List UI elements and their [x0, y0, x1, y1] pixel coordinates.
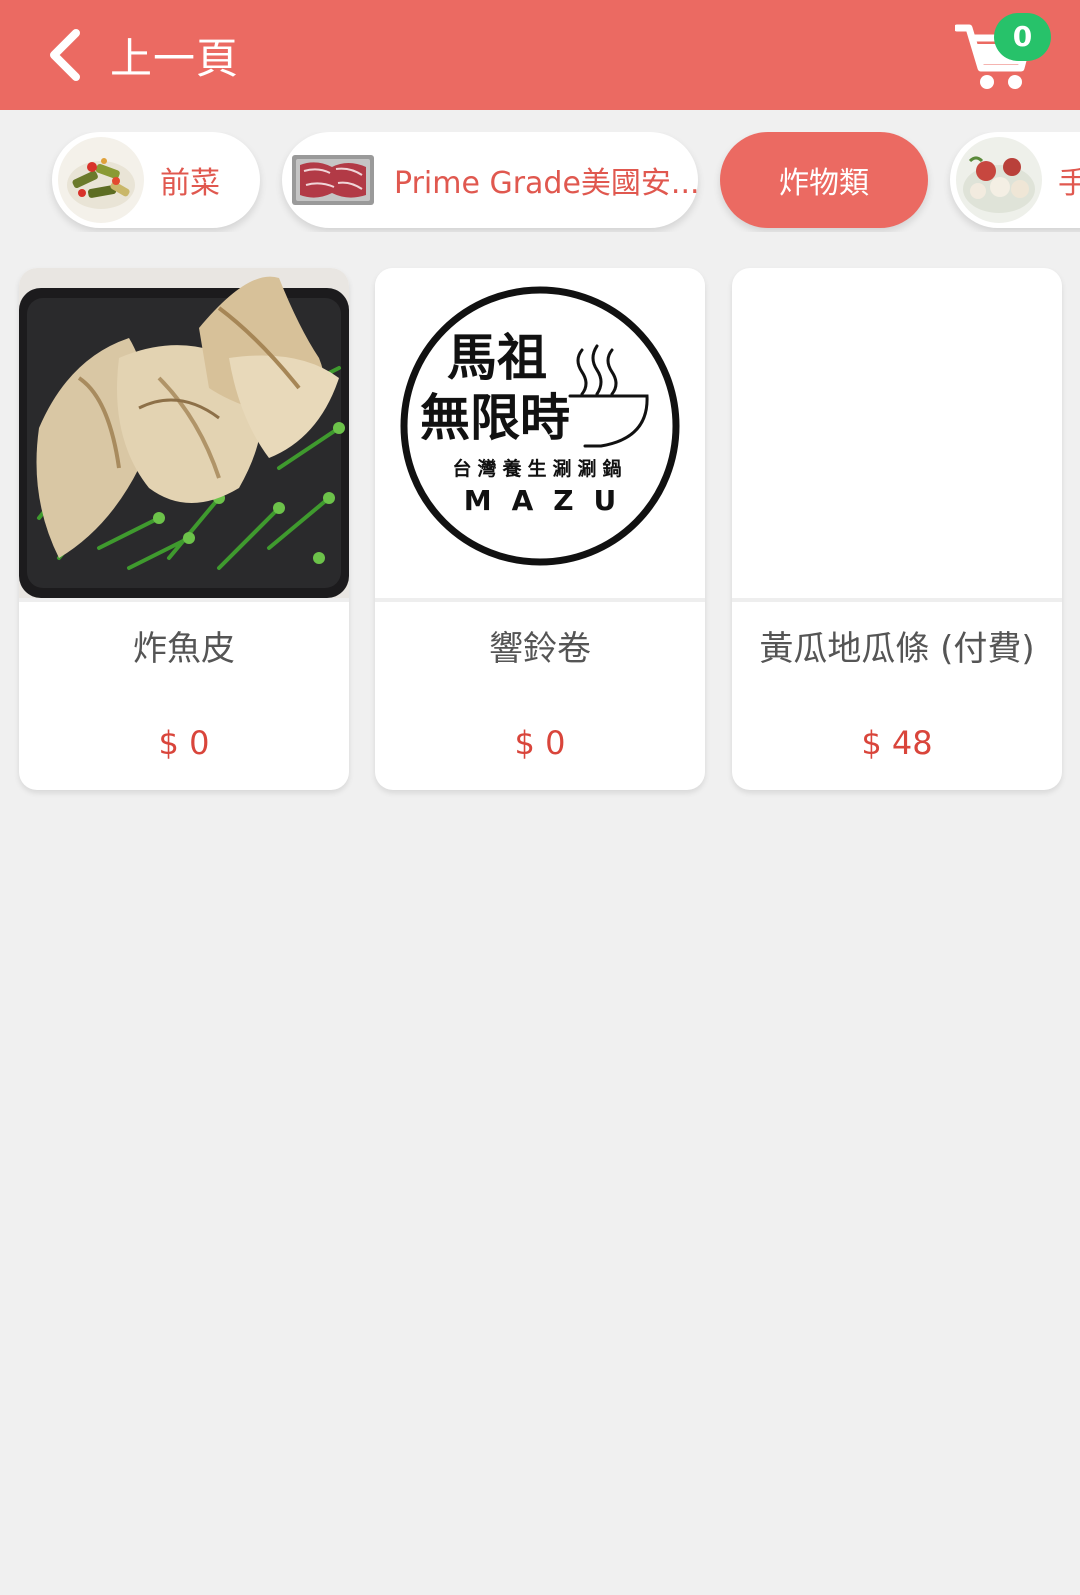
category-chip-prime-beef[interactable]: Prime Grade美國安... [282, 132, 700, 228]
mazu-logo-image: 馬祖 無限時 台灣養生涮涮鍋 MAZU [375, 268, 705, 598]
product-price: $ 0 [514, 724, 566, 762]
product-card[interactable]: 馬祖 無限時 台灣養生涮涮鍋 MAZU 響鈴卷 $ 0 [375, 268, 705, 790]
beef-thumbnail [288, 145, 378, 215]
logo-line2: 無限時 [420, 389, 570, 447]
category-label: 炸物類 [779, 166, 869, 201]
handmade-thumbnail [956, 137, 1042, 223]
category-label: 手 [1058, 166, 1080, 201]
product-card[interactable]: 黃瓜地瓜條 (付費) $ 48 [732, 268, 1062, 790]
product-name: 響鈴卷 [489, 629, 591, 669]
logo-line1: 馬祖 [447, 329, 547, 387]
logo-line4: MAZU [463, 484, 637, 517]
back-label: 上一頁 [110, 33, 240, 83]
cart-icon [953, 24, 1035, 96]
product-name: 黃瓜地瓜條 (付費) [759, 629, 1035, 669]
cart-count-badge: 0 [994, 13, 1051, 61]
logo-line3: 台灣養生涮涮鍋 [452, 458, 628, 480]
category-bar[interactable]: 前菜 Prime Grade美國安... 炸物類 手 [0, 132, 1080, 232]
product-price: $ 0 [158, 724, 210, 762]
top-bar: 上一頁 0 [0, 0, 1080, 110]
back-button[interactable]: 上一頁 [44, 24, 239, 86]
product-price: $ 48 [861, 724, 933, 762]
category-chip-appetizer[interactable]: 前菜 [52, 132, 260, 228]
product-image-placeholder [732, 268, 1062, 598]
category-label: 前菜 [160, 166, 220, 201]
appetizer-thumbnail [58, 137, 144, 223]
card-divider [19, 598, 349, 602]
category-chip-fried[interactable]: 炸物類 [720, 132, 928, 228]
chevron-left-icon [44, 27, 84, 83]
category-chip-handmade[interactable]: 手 [950, 132, 1080, 228]
card-divider [375, 598, 705, 602]
fried-fish-skin-image [19, 268, 349, 598]
category-label: Prime Grade美國安... [394, 166, 700, 201]
product-name: 炸魚皮 [133, 629, 235, 669]
product-card[interactable]: 炸魚皮 $ 0 [19, 268, 349, 790]
card-divider [732, 598, 1062, 602]
